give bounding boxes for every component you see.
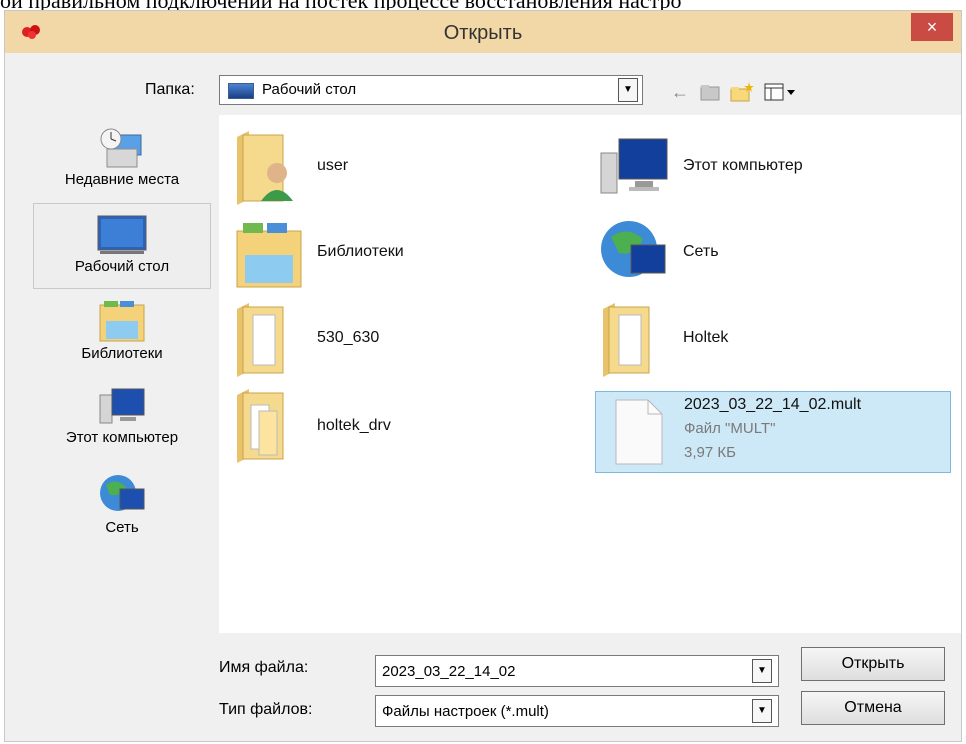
file-item-holtek-drv[interactable]: holtek_drv [229,385,579,465]
place-desktop[interactable]: Рабочий стол [33,203,211,289]
filename-label: Имя файла: [219,659,309,676]
places-bar: Недавние места Рабочий стол Библиотеки Э… [33,115,211,635]
filename-input[interactable]: 2023_03_22_14_02 ▼ [375,655,779,687]
open-file-dialog: Открыть × Папка: Рабочий стол ▼ ← Недавн… [4,10,962,742]
close-button[interactable]: × [911,13,953,41]
place-label: Библиотеки [81,345,163,362]
view-menu-icon[interactable] [763,81,797,103]
filetype-value: Файлы настроек (*.mult) [382,703,549,720]
libraries-icon [99,301,145,342]
computer-icon [99,388,145,424]
file-name: Сеть [683,243,719,260]
chevron-down-icon[interactable]: ▼ [618,78,638,102]
cancel-button[interactable]: Отмена [801,691,945,725]
file-name: Библиотеки [317,243,404,260]
recent-places-icon [100,128,142,168]
file-name: user [317,157,349,174]
place-label: Недавние места [64,171,180,188]
chevron-down-icon[interactable]: ▼ [752,659,772,683]
place-label: Сеть [105,519,139,536]
folder-select-value: Рабочий стол [262,81,357,98]
file-item-libraries[interactable]: Библиотеки [229,213,579,293]
dialog-title: Открыть [443,22,523,44]
file-name: Этот компьютер [683,157,803,174]
up-folder-icon[interactable] [699,81,721,103]
place-network[interactable]: Сеть [33,471,211,547]
file-item-computer[interactable]: Этот компьютер [595,127,945,207]
file-item-holtek[interactable]: Holtek [595,299,945,379]
file-item-network[interactable]: Сеть [595,213,945,293]
filetype-select[interactable]: Файлы настроек (*.mult) ▼ [375,695,779,727]
file-item-mult[interactable]: 2023_03_22_14_02.mult Файл "MULT" 3,97 К… [595,391,951,473]
file-list: user Этот компьютер Библиотеки Сеть 530_… [219,115,961,633]
folder-select[interactable]: Рабочий стол ▼ [219,75,643,105]
libraries-icon [236,223,302,288]
file-item-user[interactable]: user [229,127,579,207]
file-size: 3,97 КБ [684,444,736,461]
network-icon [100,475,145,511]
folder-icon [237,389,284,463]
user-folder-icon [237,131,293,205]
file-name: Holtek [683,329,729,346]
desktop-icon [97,215,147,254]
file-type: Файл "MULT" [684,420,776,437]
filename-value: 2023_03_22_14_02 [382,663,516,680]
open-button[interactable]: Открыть [801,647,945,681]
file-icon [615,399,663,465]
place-libraries[interactable]: Библиотеки [33,299,211,375]
chevron-down-icon[interactable]: ▼ [752,699,772,723]
desktop-icon [228,83,254,99]
file-name: 530_630 [317,329,380,346]
title-bar: Открыть × [5,11,961,53]
network-icon [601,221,666,277]
filetype-label: Тип файлов: [219,701,313,718]
folder-icon [237,303,284,377]
new-folder-icon[interactable] [729,81,755,103]
place-label: Рабочий стол [74,258,170,275]
place-label: Этот компьютер [65,429,179,446]
file-name: holtek_drv [317,417,391,434]
back-arrow-icon[interactable]: ← [671,81,689,103]
file-item-530-630[interactable]: 530_630 [229,299,579,379]
folder-label: Папка: [145,81,195,98]
folder-icon [603,303,650,377]
file-name: 2023_03_22_14_02.mult [684,396,862,413]
place-recent[interactable]: Недавние места [33,125,211,205]
place-computer[interactable]: Этот компьютер [33,385,211,461]
computer-icon [600,138,668,194]
